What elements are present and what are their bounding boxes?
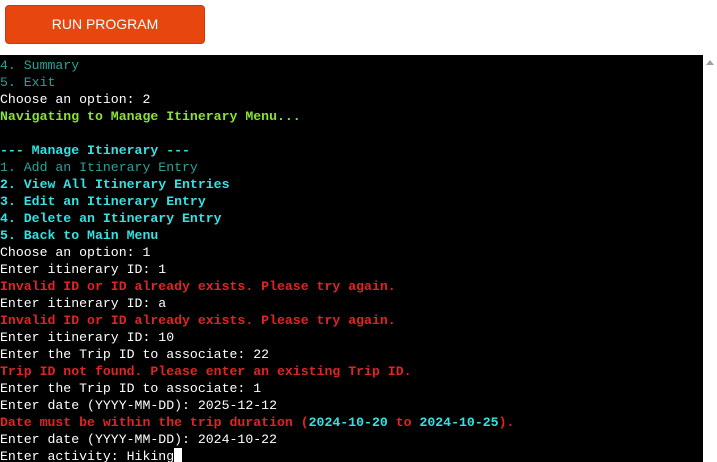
terminal-line: Choose an option: 2 <box>0 91 700 108</box>
terminal-line: 4. Delete an Itinerary Entry <box>0 210 700 227</box>
page: RUN PROGRAM 4. Summary 5. Exit Choose an o… <box>0 0 717 462</box>
terminal-line-text: Enter itinerary ID: a <box>0 296 167 311</box>
terminal-line-text: Enter itinerary ID: 1 <box>0 262 167 277</box>
terminal-line: Date must be within the trip duration (2… <box>0 414 700 431</box>
terminal-line-segment: 2024-10-20 <box>308 415 388 430</box>
terminal-line-text: 1. Add an Itinerary Entry <box>0 160 198 175</box>
terminal-line-text: Enter the Trip ID to associate: 1 <box>0 381 262 396</box>
terminal-line: Enter itinerary ID: 1 <box>0 261 700 278</box>
terminal-line: Navigating to Manage Itinerary Menu... <box>0 108 700 125</box>
terminal-line-text: 2. View All Itinerary Entries <box>0 177 230 192</box>
terminal-line-text: Trip ID not found. Please enter an exist… <box>0 364 412 379</box>
terminal-line-text: 4. Delete an Itinerary Entry <box>0 211 222 226</box>
terminal-line: Invalid ID or ID already exists. Please … <box>0 312 700 329</box>
terminal-line-text: Choose an option: 1 <box>0 245 151 260</box>
terminal-line-text: --- Manage Itinerary --- <box>0 143 190 158</box>
terminal-line-text: 4. Summary <box>0 58 80 73</box>
terminal-line-text: Invalid ID or ID already exists. Please … <box>0 279 396 294</box>
terminal-line-segment: 2024-10-25 <box>419 415 499 430</box>
terminal-line: Choose an option: 1 <box>0 244 700 261</box>
terminal-line: 1. Add an Itinerary Entry <box>0 159 700 176</box>
terminal-line-segment: to <box>387 415 420 430</box>
terminal-line-text: 5. Exit <box>0 75 56 90</box>
scroll-thumb[interactable] <box>706 69 714 449</box>
terminal-text: 4. Summary 5. Exit Choose an option: 2 Navi… <box>0 57 700 462</box>
terminal-line: Trip ID not found. Please enter an exist… <box>0 363 700 380</box>
scroll-up-arrow-icon[interactable] <box>706 60 714 65</box>
vertical-scrollbar[interactable] <box>703 55 717 462</box>
terminal-line: 5. Back to Main Menu <box>0 227 700 244</box>
terminal-line: 3. Edit an Itinerary Entry <box>0 193 700 210</box>
terminal-line-text: Navigating to Manage Itinerary Menu... <box>0 109 301 124</box>
terminal-line: Enter activity: Hiking <box>0 448 700 462</box>
terminal-line-segment: Date must be within the trip duration ( <box>0 415 309 430</box>
terminal-output[interactable]: 4. Summary 5. Exit Choose an option: 2 Navi… <box>0 55 717 462</box>
terminal-line-text: Invalid ID or ID already exists. Please … <box>0 313 396 328</box>
terminal-line: Enter date (YYYY-MM-DD): 2025-12-12 <box>0 397 700 414</box>
terminal-line: Invalid ID or ID already exists. Please … <box>0 278 700 295</box>
terminal-line: Enter the Trip ID to associate: 22 <box>0 346 700 363</box>
terminal-line: 4. Summary <box>0 57 700 74</box>
terminal-line: 2. View All Itinerary Entries <box>0 176 700 193</box>
terminal-line-text: 5. Back to Main Menu <box>0 228 159 243</box>
terminal-line: Enter itinerary ID: 10 <box>0 329 700 346</box>
terminal-line: 5. Exit <box>0 74 700 91</box>
terminal-line-text: Choose an option: 2 <box>0 92 151 107</box>
terminal-line: --- Manage Itinerary --- <box>0 142 700 159</box>
terminal-line-text: 3. Edit an Itinerary Entry <box>0 194 206 209</box>
terminal-line-text: Enter date (YYYY-MM-DD): 2025-12-12 <box>0 398 277 413</box>
terminal-line-segment: ). <box>498 415 515 430</box>
terminal-line-text: Enter date (YYYY-MM-DD): 2024-10-22 <box>0 432 277 447</box>
terminal-line-text: Enter the Trip ID to associate: 22 <box>0 347 270 362</box>
terminal-line: Enter date (YYYY-MM-DD): 2024-10-22 <box>0 431 700 448</box>
run-program-button[interactable]: RUN PROGRAM <box>5 5 205 44</box>
text-cursor-icon <box>174 448 183 462</box>
terminal-line-text: Enter activity: Hiking <box>0 449 175 462</box>
terminal-line: Enter the Trip ID to associate: 1 <box>0 380 700 397</box>
terminal-line-text: Enter itinerary ID: 10 <box>0 330 175 345</box>
terminal-line: Enter itinerary ID: a <box>0 295 700 312</box>
